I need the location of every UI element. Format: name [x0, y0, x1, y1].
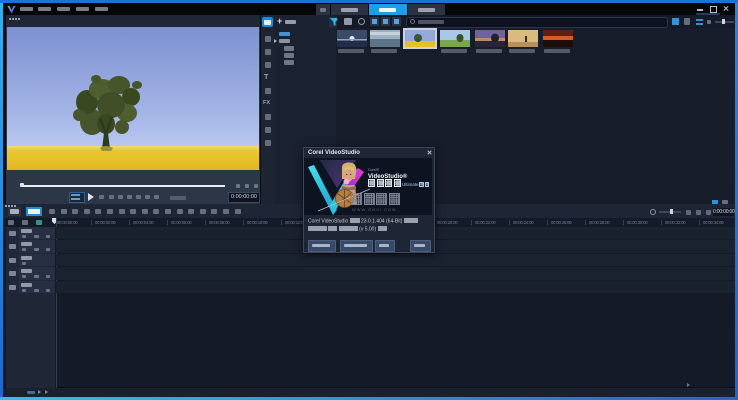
svg-text:Corel®: Corel®: [368, 168, 379, 172]
